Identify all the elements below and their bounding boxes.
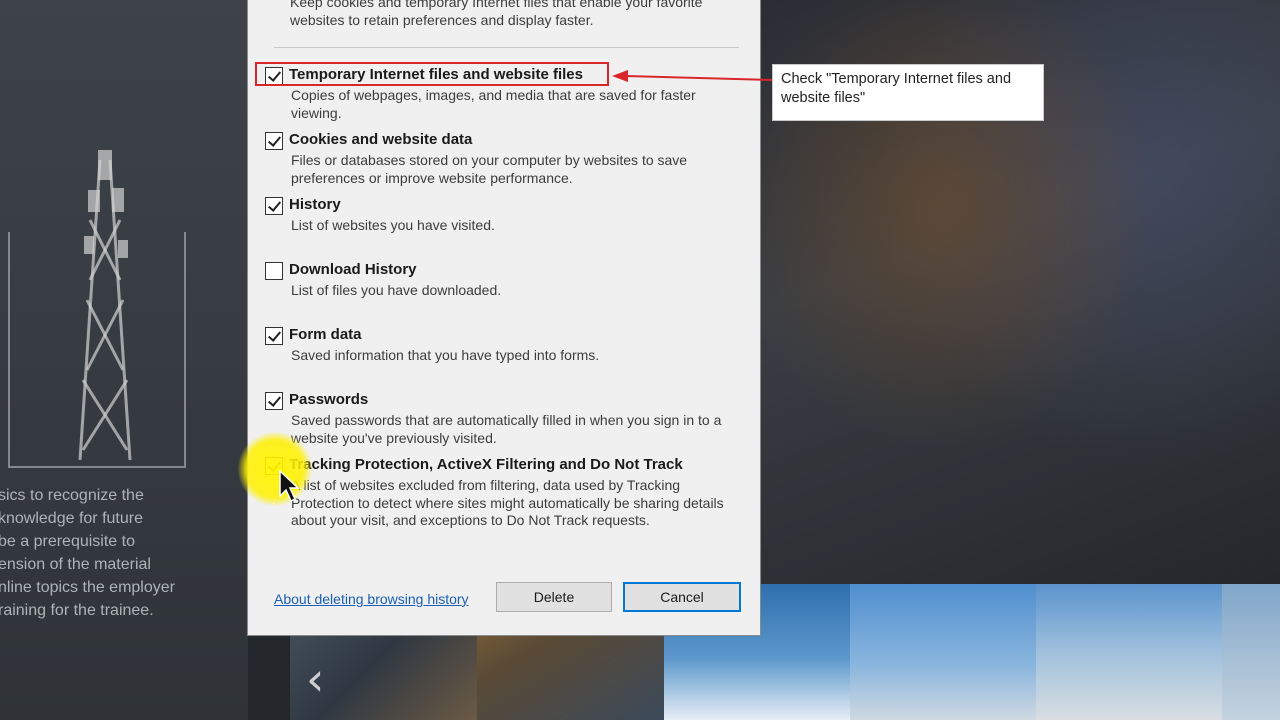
callout-arrow-icon	[612, 70, 773, 82]
callout-box: Check "Temporary Internet files and webs…	[772, 64, 1044, 121]
mouse-pointer-icon	[279, 470, 300, 503]
